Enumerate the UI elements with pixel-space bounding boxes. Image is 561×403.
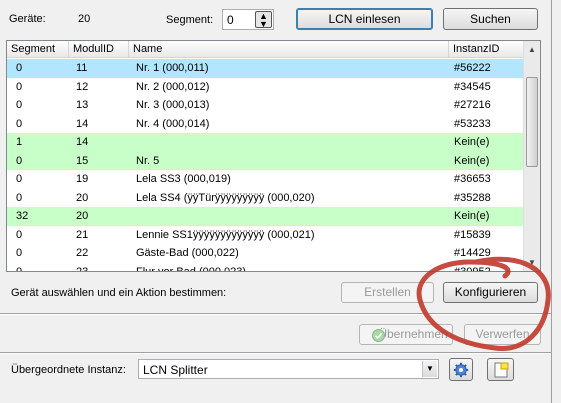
cell-modul-id: 22 bbox=[76, 247, 89, 259]
action-hint: Gerät auswählen und ein Aktion bestimmen… bbox=[11, 287, 227, 299]
cell-name: Lela SS3 (000,019) bbox=[136, 173, 231, 185]
divider bbox=[0, 313, 551, 315]
table-row[interactable]: 0 15 Nr. 5 Kein(e) bbox=[7, 151, 523, 170]
search-button[interactable]: Suchen bbox=[443, 8, 538, 30]
column-header-name[interactable]: Name bbox=[129, 41, 449, 58]
parent-instance-value: LCN Splitter bbox=[143, 363, 208, 377]
cell-modul-id: 12 bbox=[76, 80, 89, 93]
table-row[interactable]: 32 20 Kein(e) bbox=[7, 207, 523, 226]
table-body: 0 11 Nr. 1 (000,011) #56222 0 12 Nr. 2 (000,01… bbox=[7, 59, 523, 272]
new-parent-button[interactable] bbox=[487, 358, 514, 381]
segment-label: Segment: bbox=[166, 14, 214, 26]
scroll-thumb[interactable] bbox=[526, 77, 538, 167]
cell-name: Lennie SS1ÿÿÿÿÿÿÿÿÿÿÿÿÿ (000,021) bbox=[136, 228, 315, 241]
create-button[interactable]: Erstellen bbox=[341, 282, 434, 303]
cell-instance-id: #34545 bbox=[454, 80, 491, 93]
table-row[interactable]: 1 14 Kein(e) bbox=[7, 133, 523, 152]
devices-count: 20 bbox=[78, 13, 91, 25]
table-row[interactable]: 0 23 Flur vor Bad (000,023) #30952 bbox=[7, 263, 523, 272]
cell-segment: 32 bbox=[16, 210, 29, 222]
discard-button[interactable]: Verwerfen bbox=[464, 324, 541, 345]
check-circle-icon bbox=[372, 329, 385, 342]
cell-name: Nr. 5 bbox=[136, 154, 160, 167]
cell-segment: 0 bbox=[16, 117, 23, 130]
cell-segment: 0 bbox=[16, 228, 23, 241]
cell-modul-id: 11 bbox=[76, 62, 88, 74]
parent-instance-select[interactable]: LCN Splitter ▼ bbox=[138, 359, 439, 379]
cell-instance-id: Kein(e) bbox=[454, 154, 490, 167]
table-row[interactable]: 0 20 Lela SS4 (ÿÿTürÿÿÿÿÿÿÿÿÿ (000,020) #35… bbox=[7, 189, 523, 208]
spin-updown-icon[interactable]: ▲ ▼ bbox=[255, 11, 272, 29]
cell-segment: 0 bbox=[16, 265, 23, 272]
cell-modul-id: 23 bbox=[76, 265, 89, 272]
cell-instance-id: #15839 bbox=[454, 228, 491, 241]
column-header-modul-id[interactable]: ModulID bbox=[69, 41, 129, 58]
cell-modul-id: 20 bbox=[76, 210, 89, 222]
configure-button[interactable]: Konfigurieren bbox=[443, 282, 538, 303]
cell-name: Gäste-Bad (000,022) bbox=[136, 247, 239, 259]
cell-modul-id: 20 bbox=[76, 191, 89, 204]
cell-instance-id: #56222 bbox=[454, 62, 491, 74]
cell-modul-id: 14 bbox=[76, 136, 89, 148]
segment-spinbox[interactable]: 0 ▲ ▼ bbox=[222, 9, 274, 30]
parent-instance-label: Übergeordnete Instanz: bbox=[11, 364, 126, 376]
table-row[interactable]: 0 14 Nr. 4 (000,014) #53233 bbox=[7, 115, 523, 134]
devices-label: Geräte: bbox=[9, 13, 46, 25]
chevron-down-icon[interactable]: ▼ bbox=[422, 361, 437, 377]
scroll-down-icon[interactable]: ▼ bbox=[524, 254, 540, 271]
cell-instance-id: #14429 bbox=[454, 247, 491, 259]
cell-modul-id: 15 bbox=[76, 154, 89, 167]
column-header-instance-id[interactable]: InstanzID bbox=[449, 41, 523, 58]
cell-instance-id: #30952 bbox=[454, 265, 491, 272]
scroll-up-icon[interactable]: ▲ bbox=[524, 41, 540, 58]
cell-name: Nr. 1 (000,011) bbox=[136, 62, 209, 74]
table-row[interactable]: 0 13 Nr. 3 (000,013) #27216 bbox=[7, 96, 523, 115]
cell-instance-id: Kein(e) bbox=[454, 136, 490, 148]
column-header-segment[interactable]: Segment bbox=[7, 41, 69, 58]
cell-instance-id: #53233 bbox=[454, 117, 491, 130]
table-row[interactable]: 0 12 Nr. 2 (000,012) #34545 bbox=[7, 78, 523, 97]
cell-segment: 1 bbox=[16, 136, 23, 148]
cell-segment: 0 bbox=[16, 173, 23, 185]
device-table[interactable]: Segment ModulID Name InstanzID 0 11 Nr. 1 … bbox=[6, 40, 541, 272]
apply-button[interactable]: Übernehmen bbox=[359, 324, 453, 345]
cell-name: Flur vor Bad (000,023) bbox=[136, 265, 247, 272]
table-header: Segment ModulID Name InstanzID bbox=[7, 41, 523, 58]
configure-parent-button[interactable] bbox=[449, 358, 473, 381]
cell-modul-id: 13 bbox=[76, 99, 89, 111]
table-row[interactable]: 0 22 Gäste-Bad (000,022) #14429 bbox=[7, 244, 523, 263]
cell-modul-id: 21 bbox=[76, 228, 89, 241]
cell-segment: 0 bbox=[16, 99, 23, 111]
cell-segment: 0 bbox=[16, 247, 23, 259]
segment-value: 0 bbox=[227, 13, 234, 27]
cell-name: Lela SS4 (ÿÿTürÿÿÿÿÿÿÿÿÿ (000,020) bbox=[136, 191, 315, 204]
window-border bbox=[551, 0, 561, 403]
table-row[interactable]: 0 19 Lela SS3 (000,019) #36653 bbox=[7, 170, 523, 189]
cell-name: Nr. 4 (000,014) bbox=[136, 117, 210, 130]
cell-segment: 0 bbox=[16, 62, 23, 74]
cell-instance-id: #36653 bbox=[454, 173, 491, 185]
cell-modul-id: 14 bbox=[76, 117, 89, 130]
gear-icon bbox=[453, 362, 469, 378]
cell-modul-id: 19 bbox=[76, 173, 89, 185]
cell-instance-id: #27216 bbox=[454, 99, 491, 111]
divider bbox=[0, 352, 551, 354]
cell-name: Nr. 3 (000,013) bbox=[136, 99, 210, 111]
cell-instance-id: Kein(e) bbox=[454, 210, 490, 222]
lcn-read-button[interactable]: LCN einlesen bbox=[296, 8, 433, 30]
cell-segment: 0 bbox=[16, 80, 23, 93]
cell-segment: 0 bbox=[16, 191, 23, 204]
table-row[interactable]: 0 11 Nr. 1 (000,011) #56222 bbox=[7, 59, 523, 78]
cell-segment: 0 bbox=[16, 154, 23, 167]
apply-button-label: Übernehmen bbox=[378, 327, 448, 341]
new-document-icon bbox=[494, 362, 509, 378]
cell-name: Nr. 2 (000,012) bbox=[136, 80, 210, 93]
table-row[interactable]: 0 21 Lennie SS1ÿÿÿÿÿÿÿÿÿÿÿÿÿ (000,021) #158… bbox=[7, 226, 523, 245]
table-scrollbar[interactable]: ▲ ▼ bbox=[523, 41, 540, 271]
cell-instance-id: #35288 bbox=[454, 191, 491, 204]
